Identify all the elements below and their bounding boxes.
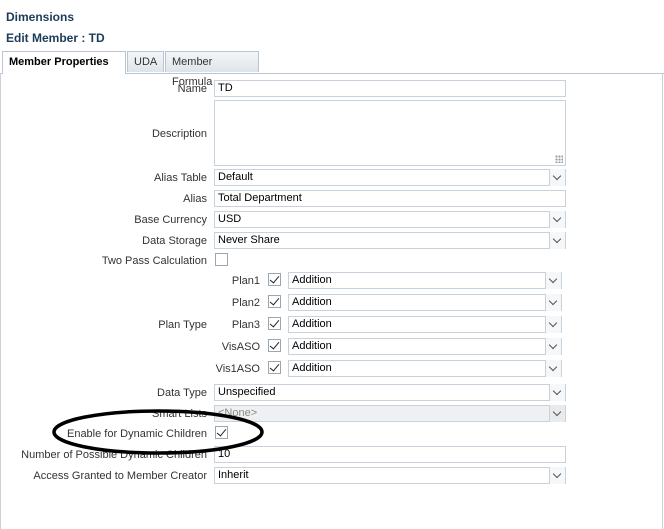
base-currency-select[interactable]: USD — [214, 211, 566, 228]
resize-grip-icon[interactable] — [555, 155, 563, 163]
plan-name-label: VisASO — [221, 341, 260, 353]
plan-aggregation-value: Addition — [292, 362, 332, 374]
data-storage-select[interactable]: Never Share — [214, 232, 566, 249]
chevron-down-icon[interactable] — [545, 338, 561, 355]
dynamic-children-checkbox[interactable] — [215, 426, 228, 439]
access-granted-select[interactable]: Inherit — [214, 467, 566, 484]
data-type-select[interactable]: Unspecified — [214, 384, 566, 401]
plan-aggregation-value: Addition — [292, 274, 332, 286]
dynamic-children-label: Enable for Dynamic Children — [66, 428, 207, 440]
page-title: Dimensions — [6, 10, 75, 24]
chevron-down-icon[interactable] — [549, 232, 565, 249]
description-textarea[interactable] — [214, 100, 566, 166]
header: Dimensions Edit Member : TD — [0, 0, 664, 52]
tab-uda[interactable]: UDA — [127, 51, 164, 72]
plan-name-label: Vis1ASO — [215, 363, 260, 375]
plan2-checkbox[interactable] — [268, 295, 281, 308]
smart-lists-select: <None> — [214, 405, 566, 422]
tab-member-formula[interactable]: Member Formula — [165, 51, 259, 88]
alias-table-value: Default — [218, 171, 253, 183]
data-storage-label: Data Storage — [142, 235, 207, 247]
visaso-aggregation-select[interactable]: Addition — [288, 338, 562, 355]
chevron-down-icon[interactable] — [549, 211, 565, 228]
chevron-down-icon[interactable] — [545, 272, 561, 289]
plan-aggregation-value: Addition — [292, 318, 332, 330]
plan-name-label: Plan3 — [231, 319, 260, 331]
possible-dynamic-label: Number of Possible Dynamic Children — [21, 449, 207, 461]
plan-aggregation-value: Addition — [292, 296, 332, 308]
alias-field[interactable]: Total Department — [214, 190, 566, 207]
name-field[interactable]: TD — [214, 80, 566, 97]
visaso-checkbox[interactable] — [268, 339, 281, 352]
name-label: Name — [177, 83, 207, 95]
tab-member-properties[interactable]: Member Properties — [2, 51, 126, 74]
plan1-aggregation-select[interactable]: Addition — [288, 272, 562, 289]
plan3-checkbox[interactable] — [268, 317, 281, 330]
page-subtitle: Edit Member : TD — [6, 31, 105, 45]
alias-label: Alias — [183, 193, 207, 205]
data-type-label: Data Type — [157, 387, 207, 399]
plan3-aggregation-select[interactable]: Addition — [288, 316, 562, 333]
plan-name-label: Plan2 — [231, 297, 260, 309]
data-storage-value: Never Share — [218, 234, 280, 246]
vis1aso-checkbox[interactable] — [268, 361, 281, 374]
possible-dynamic-field[interactable]: 10 — [214, 446, 566, 463]
alias-table-label: Alias Table — [154, 172, 207, 184]
plan1-checkbox[interactable] — [268, 273, 281, 286]
plan2-aggregation-select[interactable]: Addition — [288, 294, 562, 311]
vis1aso-aggregation-select[interactable]: Addition — [288, 360, 562, 377]
description-label: Description — [151, 128, 207, 140]
plan-type-label: Plan Type — [158, 319, 207, 331]
access-granted-label: Access Granted to Member Creator — [33, 470, 207, 482]
two-pass-label: Two Pass Calculation — [101, 255, 207, 267]
plan-name-label: Plan1 — [231, 275, 260, 287]
chevron-down-icon[interactable] — [545, 294, 561, 311]
plan-aggregation-value: Addition — [292, 340, 332, 352]
chevron-down-icon[interactable] — [545, 360, 561, 377]
chevron-down-icon[interactable] — [545, 316, 561, 333]
chevron-down-icon[interactable] — [549, 467, 565, 484]
data-type-value: Unspecified — [218, 386, 276, 398]
alias-table-select[interactable]: Default — [214, 169, 566, 186]
chevron-down-icon — [549, 405, 565, 422]
chevron-down-icon[interactable] — [549, 384, 565, 401]
smart-lists-value: <None> — [218, 407, 258, 419]
access-granted-value: Inherit — [218, 469, 249, 481]
base-currency-label: Base Currency — [134, 214, 207, 226]
tab-bar: Member Properties UDA Member Formula — [0, 51, 664, 88]
base-currency-value: USD — [218, 213, 242, 225]
chevron-down-icon[interactable] — [549, 169, 565, 186]
smart-lists-label: Smart Lists — [151, 408, 207, 420]
two-pass-checkbox[interactable] — [215, 253, 228, 266]
